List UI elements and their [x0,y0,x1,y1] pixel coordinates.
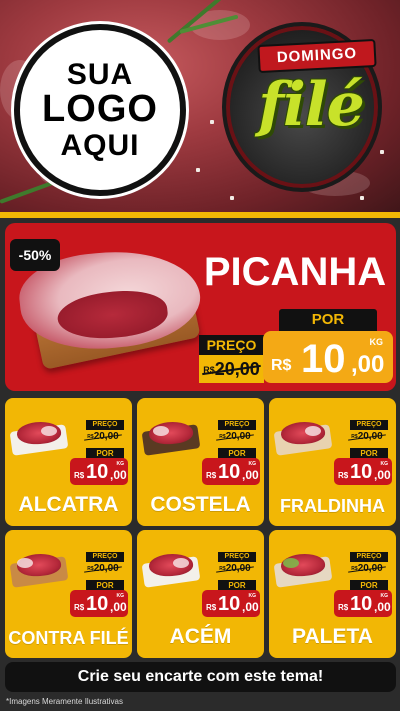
old-price: R$20,00 [214,430,256,444]
acem-image [141,550,201,588]
currency: R$ [74,603,85,612]
new-price: R$ 10,00 KG [334,590,392,617]
featured-product-name: PICANHA [203,250,387,294]
old-price: R$20,00 [82,562,124,576]
price-int: 10 [350,593,373,615]
new-price: R$ 10,00 KG [202,590,260,617]
price-dec: ,00 [374,468,391,482]
price-int: 10 [350,461,373,483]
logo-line-1: SUA [66,57,134,91]
disclaimer-text: *Imagens Meramente Ilustrativas [6,697,123,706]
featured-currency: R$ [271,357,292,374]
featured-price-int: 10 [301,337,346,381]
product-name: ACÉM [169,625,232,648]
price-int: 10 [218,593,241,615]
logo-line-3: AQUI [60,128,140,162]
new-price: R$ 10,00 KG [202,458,260,485]
old-price: R$20,00 [346,562,388,576]
old-value: 20,00 [225,431,251,442]
unit: KG [248,461,257,467]
new-price: R$ 10,00 KG [334,458,392,485]
create-flyer-button[interactable]: Crie seu encarte com este tema! [5,662,396,692]
product-name: PALETA [292,625,373,648]
unit: KG [380,461,389,467]
featured-por-label: POR [279,309,377,331]
product-name: CONTRA FILÉ [8,628,129,648]
price-dec: ,00 [110,468,127,482]
costela-image [141,418,201,456]
contra-file-image [9,550,69,588]
preco-label: PREÇO [218,552,256,562]
old-price: R$20,00 [82,430,124,444]
product-name: FRALDINHA [280,496,385,516]
old-value: 20,00 [93,563,119,574]
discount-badge: -50% [10,239,60,271]
currency: R$ [338,603,349,612]
price-int: 10 [218,461,241,483]
new-price: R$ 10,00 KG [70,458,128,485]
unit: KG [116,461,125,467]
featured-price-dec: ,00 [351,351,385,378]
product-card-acem: PREÇO R$20,00 POR R$ 10,00 KG ACÉM [137,530,264,658]
product-name: COSTELA [150,493,251,516]
currency: R$ [338,471,349,480]
divider-stripe [0,212,400,218]
new-price: R$ 10,00 KG [70,590,128,617]
product-card-costela: PREÇO R$20,00 POR R$ 10,00 KG COSTELA [137,398,264,526]
currency: R$ [74,471,85,480]
featured-new-price: R$ 10 ,00 KG [263,331,393,383]
old-value: 20,00 [93,431,119,442]
price-dec: ,00 [374,600,391,614]
badge-title: filé [258,70,365,140]
unit: KG [116,593,125,599]
old-value: 20,00 [225,563,251,574]
price-dec: ,00 [110,600,127,614]
old-price: R$20,00 [346,430,388,444]
product-card-fraldinha: PREÇO R$20,00 POR R$ 10,00 KG FRALDINHA [269,398,396,526]
paleta-image [273,550,333,588]
price-int: 10 [86,593,109,615]
currency: R$ [206,471,217,480]
featured-preco-label: PREÇO [199,335,264,355]
unit: KG [380,593,389,599]
product-card-alcatra: PREÇO R$20,00 POR R$ 10,00 KG ALCATRA [5,398,132,526]
product-card-contra-file: PREÇO R$20,00 POR R$ 10,00 KG CONTRA FILÉ [5,530,132,658]
currency: R$ [206,603,217,612]
old-price: R$20,00 [214,562,256,576]
preco-label: PREÇO [350,552,388,562]
fraldinha-image [273,418,333,456]
preco-label: PREÇO [86,552,124,562]
store-logo-placeholder: SUA LOGO AQUI [14,24,186,196]
preco-label: PREÇO [218,420,256,430]
product-name: ALCATRA [18,493,119,516]
old-value: 20,00 [357,563,383,574]
product-card-paleta: PREÇO R$20,00 POR R$ 10,00 KG PALETA [269,530,396,658]
featured-unit: KG [369,337,384,347]
featured-old-currency: R$ [203,365,215,375]
featured-old-price: R$20,00 [199,355,264,383]
price-dec: ,00 [242,468,259,482]
alcatra-image [9,418,69,456]
price-dec: ,00 [242,600,259,614]
price-int: 10 [86,461,109,483]
featured-old-value: 20,00 [214,359,260,379]
logo-line-2: LOGO [42,88,158,131]
old-value: 20,00 [357,431,383,442]
unit: KG [248,593,257,599]
preco-label: PREÇO [86,420,124,430]
preco-label: PREÇO [350,420,388,430]
